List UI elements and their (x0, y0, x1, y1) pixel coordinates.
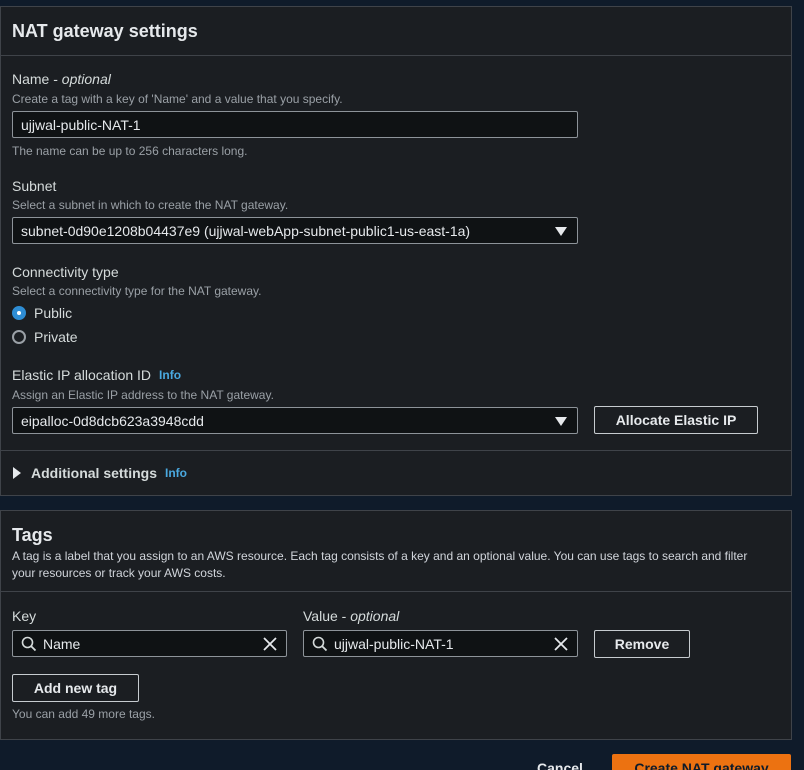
tag-key-value: Name (43, 635, 81, 652)
radio-selected-icon[interactable] (12, 306, 26, 320)
name-description: Create a tag with a key of 'Name' and a … (12, 92, 343, 106)
tags-remaining-hint: You can add 49 more tags. (12, 707, 155, 721)
value-header: Value - optional (303, 608, 400, 624)
radio-private[interactable]: Private (12, 329, 78, 345)
divider (1, 450, 791, 451)
additional-settings-toggle[interactable]: Additional settings Info (12, 465, 187, 481)
cancel-button[interactable]: Cancel (520, 754, 600, 770)
radio-public[interactable]: Public (12, 305, 72, 321)
search-icon (21, 636, 37, 651)
search-icon (312, 636, 328, 651)
radio-unselected-icon[interactable] (12, 330, 26, 344)
radio-private-label: Private (34, 329, 78, 345)
nat-settings-panel: NAT gateway settings Name - optional Cre… (0, 6, 792, 496)
tags-description-line1: A tag is a label that you assign to an A… (12, 549, 748, 563)
subnet-select-value: subnet-0d90e1208b04437e9 (ujjwal-webApp-… (21, 223, 471, 239)
subnet-select[interactable]: subnet-0d90e1208b04437e9 (ujjwal-webApp-… (12, 217, 578, 244)
nat-settings-title: NAT gateway settings (12, 21, 198, 41)
tags-title: Tags (12, 525, 53, 545)
divider (1, 55, 791, 56)
additional-settings-label: Additional settings (31, 465, 157, 481)
name-hint: The name can be up to 256 characters lon… (12, 144, 248, 158)
subnet-label: Subnet (12, 178, 57, 194)
eip-select-value: eipalloc-0d8dcb623a3948cdd (21, 413, 204, 429)
additional-info-link[interactable]: Info (165, 466, 187, 480)
key-header: Key (12, 608, 37, 624)
divider (1, 591, 791, 592)
name-label: Name - optional (12, 71, 111, 87)
radio-public-label: Public (34, 305, 73, 321)
eip-select[interactable]: eipalloc-0d8dcb623a3948cdd (12, 407, 578, 434)
eip-info-link[interactable]: Info (159, 368, 181, 382)
name-input[interactable]: ujjwal-public-NAT-1 (12, 111, 578, 138)
eip-label: Elastic IP allocation ID (12, 367, 152, 383)
connectivity-label: Connectivity type (12, 264, 119, 280)
tags-description-line2: your resources or track your AWS costs. (12, 566, 226, 580)
tag-value-value: ujjwal-public-NAT-1 (334, 635, 454, 652)
tag-key-input[interactable]: Name (12, 630, 287, 657)
tag-value-input[interactable]: ujjwal-public-NAT-1 (303, 630, 578, 657)
add-new-tag-button[interactable]: Add new tag (12, 674, 139, 702)
tags-panel: Tags A tag is a label that you assign to… (0, 510, 792, 740)
subnet-description: Select a subnet in which to create the N… (12, 198, 289, 212)
eip-label-row: Elastic IP allocation ID Info (12, 367, 181, 383)
clear-icon[interactable] (553, 636, 569, 652)
eip-description: Assign an Elastic IP address to the NAT … (12, 388, 274, 402)
caret-down-icon (555, 227, 567, 236)
caret-down-icon (555, 417, 567, 426)
connectivity-description: Select a connectivity type for the NAT g… (12, 284, 262, 298)
allocate-elastic-ip-button[interactable]: Allocate Elastic IP (594, 406, 758, 434)
clear-icon[interactable] (262, 636, 278, 652)
create-nat-gateway-button[interactable]: Create NAT gateway (612, 754, 791, 770)
remove-tag-button[interactable]: Remove (594, 630, 690, 658)
caret-right-icon (13, 467, 21, 479)
tags-description: A tag is a label that you assign to an A… (12, 548, 747, 582)
